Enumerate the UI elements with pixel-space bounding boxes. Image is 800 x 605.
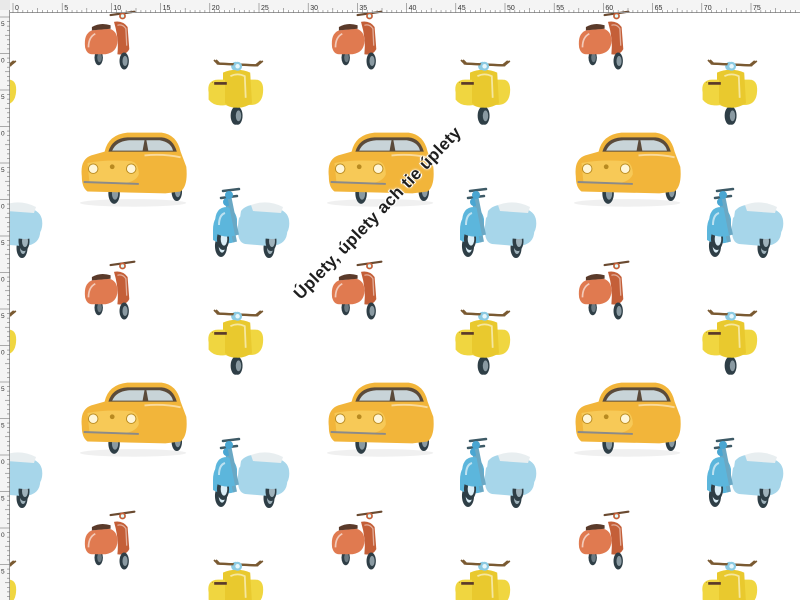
orange-vespa-icon: [577, 260, 630, 321]
ruler-label: 35: [359, 5, 367, 12]
ruler-label: 55: [556, 5, 564, 12]
ruler-label: 5: [1, 167, 5, 174]
ruler-label: 0: [1, 204, 5, 211]
ruler-label: 15: [163, 5, 171, 12]
ruler-label: 5: [1, 21, 5, 28]
ruler-label: 0: [1, 532, 5, 539]
ruler-label: 60: [605, 5, 613, 12]
ruler-label: 30: [310, 5, 318, 12]
ruler-label: 0: [1, 131, 5, 138]
yellow-vespa-icon: [702, 558, 759, 600]
ruler-label: 75: [753, 5, 761, 12]
yellow-fiat-500-icon: [325, 381, 435, 458]
ruler-label: 5: [1, 569, 5, 576]
orange-vespa-icon: [330, 510, 383, 571]
yellow-vespa-icon: [208, 558, 265, 600]
ruler-label: 50: [507, 5, 515, 12]
orange-vespa-icon: [83, 510, 136, 571]
yellow-vespa-icon: [208, 58, 265, 127]
ruler-label: 20: [212, 5, 220, 12]
yellow-vespa-icon: [455, 558, 512, 600]
ruler-label: 40: [409, 5, 417, 12]
orange-vespa-icon: [83, 260, 136, 321]
ruler-label: 25: [261, 5, 269, 12]
yellow-fiat-500-icon: [78, 131, 188, 208]
ruler-label: 5: [64, 5, 68, 12]
top-ruler: 0 5 10 15 20 25 30 35 40 45 50 55 60 65 70 75: [0, 0, 800, 13]
yellow-fiat-500-icon: [78, 381, 188, 458]
ruler-label: 0: [1, 459, 5, 466]
yellow-vespa-icon: [10, 308, 18, 377]
orange-vespa-icon: [330, 10, 383, 71]
ruler-label: 5: [1, 94, 5, 101]
left-ruler-ticks: 50505050505505050: [0, 0, 10, 600]
vehicle-pattern: [10, 10, 786, 600]
ruler-label: 0: [1, 58, 5, 65]
yellow-fiat-500-icon: [572, 131, 682, 208]
yellow-vespa-icon: [702, 308, 759, 377]
yellow-vespa-icon: [208, 308, 265, 377]
ruler-label: 0: [1, 277, 5, 284]
orange-vespa-icon: [577, 10, 630, 71]
yellow-vespa-icon: [10, 58, 18, 127]
ruler-label: 0: [1, 350, 5, 357]
ruler-label: 70: [704, 5, 712, 12]
yellow-vespa-icon: [455, 308, 512, 377]
fabric-pattern-canvas: [10, 10, 800, 600]
top-ruler-ticks: 0 5 10 15 20 25 30 35 40 45 50 55 60 65 70 75: [0, 3, 800, 13]
yellow-fiat-500-icon: [572, 381, 682, 458]
ruler-label: 5: [1, 496, 5, 503]
ruler-label: 10: [113, 5, 121, 12]
yellow-vespa-icon: [702, 58, 759, 127]
ruler-label: 65: [655, 5, 663, 12]
orange-vespa-icon: [330, 260, 383, 321]
yellow-vespa-icon: [10, 558, 18, 600]
orange-vespa-icon: [83, 10, 136, 71]
orange-vespa-icon: [577, 510, 630, 571]
ruler-label: 5: [1, 423, 5, 430]
ruler-label: 5: [1, 313, 5, 320]
ruler-label: 45: [458, 5, 466, 12]
ruler-corner: [0, 0, 10, 10]
ruler-label: 5: [1, 240, 5, 247]
ruler-label: 5: [1, 386, 5, 393]
left-ruler: 50505050505505050: [0, 0, 10, 600]
ruler-label: 0: [15, 5, 19, 12]
